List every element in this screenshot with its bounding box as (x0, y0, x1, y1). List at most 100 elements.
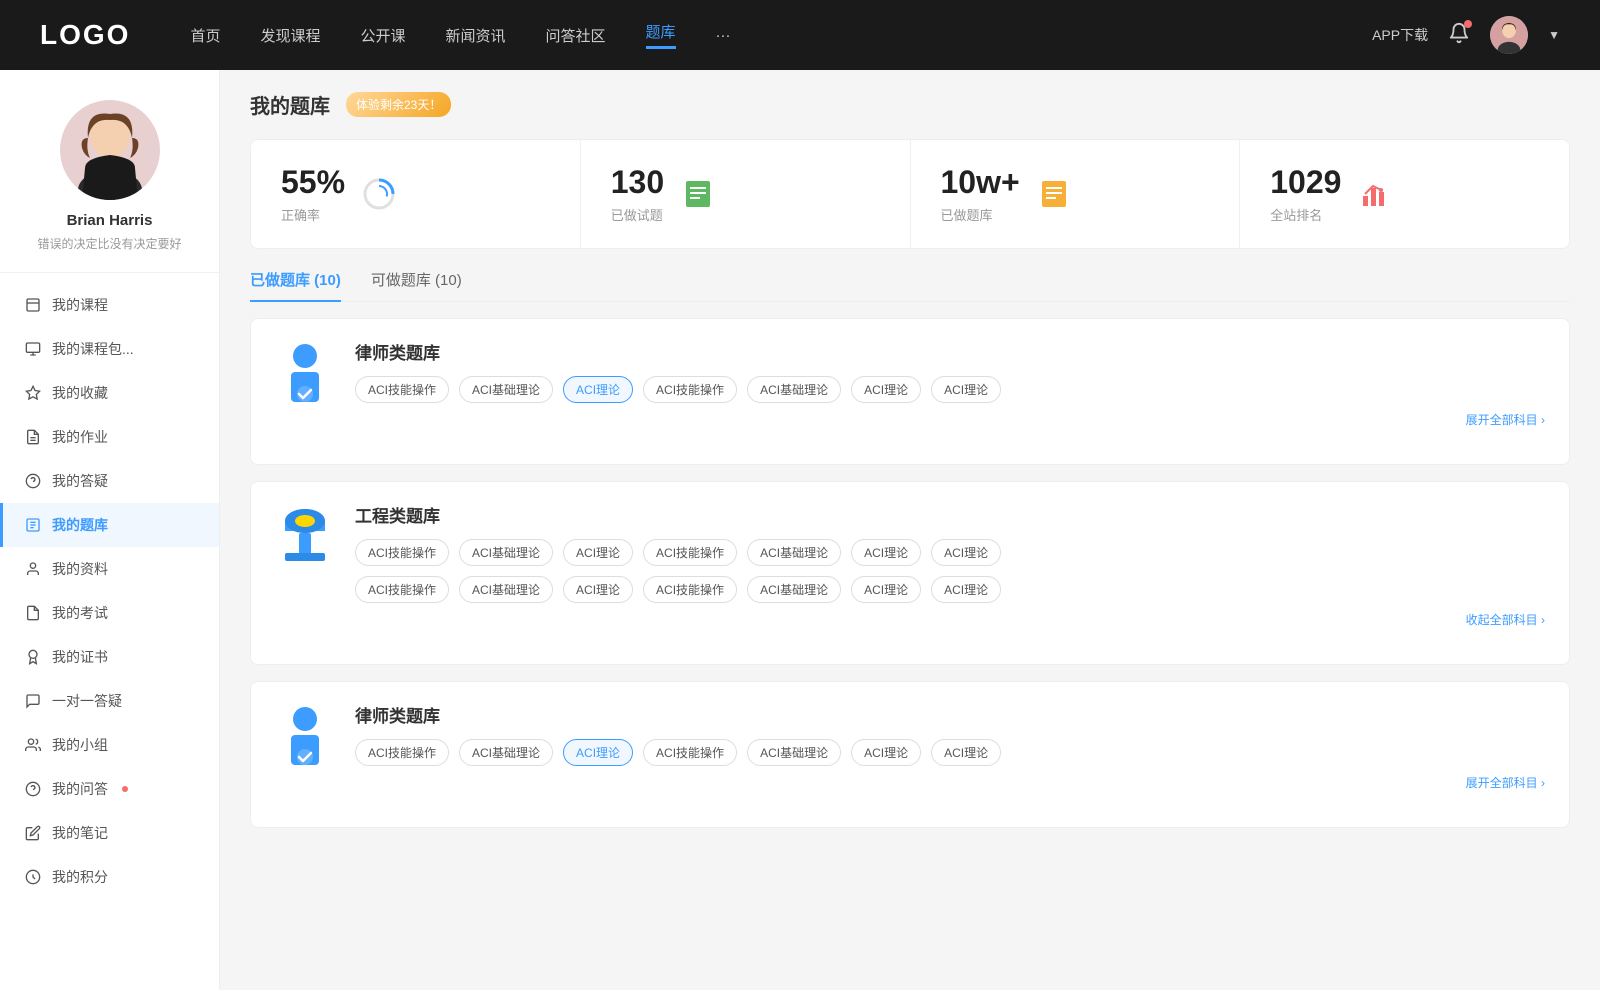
menu-item-homework-wrap: 我的作业 (0, 415, 219, 459)
menu-item-tutor[interactable]: 一对一答疑 (0, 679, 219, 723)
tag-2-2[interactable]: ACI理论 (563, 739, 633, 766)
menu-item-homework[interactable]: 我的作业 (0, 415, 219, 459)
nav-item-discover[interactable]: 发现课程 (260, 25, 320, 46)
menu-item-points-wrap: 我的积分 (0, 855, 219, 899)
tag-1-r2-5[interactable]: ACI理论 (851, 576, 921, 603)
nav-item-qa[interactable]: 问答社区 (546, 25, 606, 46)
tag-0-1[interactable]: ACI基础理论 (459, 376, 553, 403)
tag-1-4[interactable]: ACI基础理论 (747, 539, 841, 566)
menu-item-profile-wrap: 我的资料 (0, 547, 219, 591)
tag-1-r2-4[interactable]: ACI基础理论 (747, 576, 841, 603)
qbank-0-title: 律师类题库 (355, 339, 1545, 364)
accuracy-chart-icon (361, 176, 397, 212)
stat-done-banks-label: 已做题库 (941, 205, 1020, 224)
qbank-card-0-header: 律师类题库 ACI技能操作 ACI基础理论 ACI理论 ACI技能操作 ACI基… (275, 339, 1545, 428)
tag-1-r2-1[interactable]: ACI基础理论 (459, 576, 553, 603)
menu-label-points: 我的积分 (52, 867, 108, 887)
menu-item-packages-wrap: 我的课程包... (0, 327, 219, 371)
tag-1-5[interactable]: ACI理论 (851, 539, 921, 566)
qbank-2-info: 律师类题库 ACI技能操作 ACI基础理论 ACI理论 ACI技能操作 ACI基… (355, 702, 1545, 791)
stat-accuracy: 55% 正确率 (251, 140, 581, 248)
tag-1-0[interactable]: ACI技能操作 (355, 539, 449, 566)
menu-item-exam[interactable]: 我的考试 (0, 591, 219, 635)
layout: Brian Harris 错误的决定比没有决定要好 我的课程 我的课程包... (0, 0, 1600, 990)
menu-label-profile: 我的资料 (52, 559, 108, 579)
tag-0-2[interactable]: ACI理论 (563, 376, 633, 403)
qbank-1-tags-row1: ACI技能操作 ACI基础理论 ACI理论 ACI技能操作 ACI基础理论 AC… (355, 539, 1545, 566)
menu-item-notes[interactable]: 我的笔记 (0, 811, 219, 855)
menu-item-profile[interactable]: 我的资料 (0, 547, 219, 591)
stat-done-banks-value: 10w+ (941, 164, 1020, 201)
tag-2-6[interactable]: ACI理论 (931, 739, 1001, 766)
menu-item-qa[interactable]: 我的答疑 (0, 459, 219, 503)
user-dropdown-arrow[interactable]: ▼ (1548, 28, 1560, 42)
menu-label-tutor: 一对一答疑 (52, 691, 122, 711)
tag-0-4[interactable]: ACI基础理论 (747, 376, 841, 403)
navbar: LOGO 首页 发现课程 公开课 新闻资讯 问答社区 题库 ··· APP下载 … (0, 0, 1600, 70)
qbank-0-tags: ACI技能操作 ACI基础理论 ACI理论 ACI技能操作 ACI基础理论 AC… (355, 376, 1545, 403)
tag-1-r2-6[interactable]: ACI理论 (931, 576, 1001, 603)
stat-done-banks-info: 10w+ 已做题库 (941, 164, 1020, 224)
nav-item-home[interactable]: 首页 (190, 25, 220, 46)
qbank-1-tags-row2: ACI技能操作 ACI基础理论 ACI理论 ACI技能操作 ACI基础理论 AC… (355, 576, 1545, 603)
user-avatar[interactable] (1490, 16, 1528, 54)
menu-item-cert[interactable]: 我的证书 (0, 635, 219, 679)
stats-row: 55% 正确率 130 已做试题 (250, 139, 1570, 249)
tag-1-2[interactable]: ACI理论 (563, 539, 633, 566)
profile-section: Brian Harris 错误的决定比没有决定要好 (0, 100, 219, 273)
tag-2-5[interactable]: ACI理论 (851, 739, 921, 766)
tag-0-0[interactable]: ACI技能操作 (355, 376, 449, 403)
tab-available-banks[interactable]: 可做题库 (10) (371, 269, 462, 302)
tab-done-banks[interactable]: 已做题库 (10) (250, 269, 341, 302)
notification-bell[interactable] (1448, 22, 1470, 49)
nav-item-open-course[interactable]: 公开课 (360, 25, 405, 46)
done-banks-icon (1036, 176, 1072, 212)
courses-icon (24, 296, 42, 314)
tag-1-6[interactable]: ACI理论 (931, 539, 1001, 566)
menu-item-group[interactable]: 我的小组 (0, 723, 219, 767)
tag-0-5[interactable]: ACI理论 (851, 376, 921, 403)
tag-2-0[interactable]: ACI技能操作 (355, 739, 449, 766)
qbank-card-2-header: 律师类题库 ACI技能操作 ACI基础理论 ACI理论 ACI技能操作 ACI基… (275, 702, 1545, 791)
menu-item-myqa[interactable]: 我的问答 (0, 767, 219, 811)
tag-1-r2-3[interactable]: ACI技能操作 (643, 576, 737, 603)
tag-2-4[interactable]: ACI基础理论 (747, 739, 841, 766)
tag-1-r2-0[interactable]: ACI技能操作 (355, 576, 449, 603)
menu-item-points[interactable]: 我的积分 (0, 855, 219, 899)
tag-0-3[interactable]: ACI技能操作 (643, 376, 737, 403)
tag-2-1[interactable]: ACI基础理论 (459, 739, 553, 766)
qbank-0-expand[interactable]: 展开全部科目 › (355, 411, 1545, 428)
tabs: 已做题库 (10) 可做题库 (10) (250, 269, 1570, 302)
tag-0-6[interactable]: ACI理论 (931, 376, 1001, 403)
menu-item-favorites[interactable]: 我的收藏 (0, 371, 219, 415)
tag-1-1[interactable]: ACI基础理论 (459, 539, 553, 566)
tag-1-3[interactable]: ACI技能操作 (643, 539, 737, 566)
app-download-link[interactable]: APP下载 (1372, 25, 1428, 45)
tag-2-3[interactable]: ACI技能操作 (643, 739, 737, 766)
menu-label-packages: 我的课程包... (52, 339, 134, 359)
qbank-1-collapse[interactable]: 收起全部科目 › (355, 611, 1545, 628)
sidebar-menu: 我的课程 我的课程包... 我的收藏 (0, 283, 219, 899)
menu-label-notes: 我的笔记 (52, 823, 108, 843)
tag-1-r2-2[interactable]: ACI理论 (563, 576, 633, 603)
menu-item-group-wrap: 我的小组 (0, 723, 219, 767)
favorites-icon (24, 384, 42, 402)
nav-item-news[interactable]: 新闻资讯 (446, 25, 506, 46)
nav-menu: 首页 发现课程 公开课 新闻资讯 问答社区 题库 ··· (190, 21, 1372, 49)
stat-done-questions-value: 130 (611, 164, 664, 201)
qbank-2-expand[interactable]: 展开全部科目 › (355, 774, 1545, 791)
menu-item-packages[interactable]: 我的课程包... (0, 327, 219, 371)
nav-item-questions[interactable]: 题库 (646, 21, 676, 49)
nav-item-more[interactable]: ··· (716, 27, 731, 44)
menu-item-courses[interactable]: 我的课程 (0, 283, 219, 327)
menu-item-exam-wrap: 我的考试 (0, 591, 219, 635)
profile-name: Brian Harris (20, 212, 199, 229)
qbank-card-0: 律师类题库 ACI技能操作 ACI基础理论 ACI理论 ACI技能操作 ACI基… (250, 318, 1570, 465)
qbank-card-1: 工程类题库 ACI技能操作 ACI基础理论 ACI理论 ACI技能操作 ACI基… (250, 481, 1570, 665)
stat-done-banks: 10w+ 已做题库 (911, 140, 1241, 248)
menu-item-qa-wrap: 我的答疑 (0, 459, 219, 503)
menu-item-questions[interactable]: 我的题库 (0, 503, 219, 547)
stat-accuracy-info: 55% 正确率 (281, 164, 345, 224)
stat-ranking: 1029 全站排名 (1240, 140, 1569, 248)
logo: LOGO (40, 19, 130, 51)
